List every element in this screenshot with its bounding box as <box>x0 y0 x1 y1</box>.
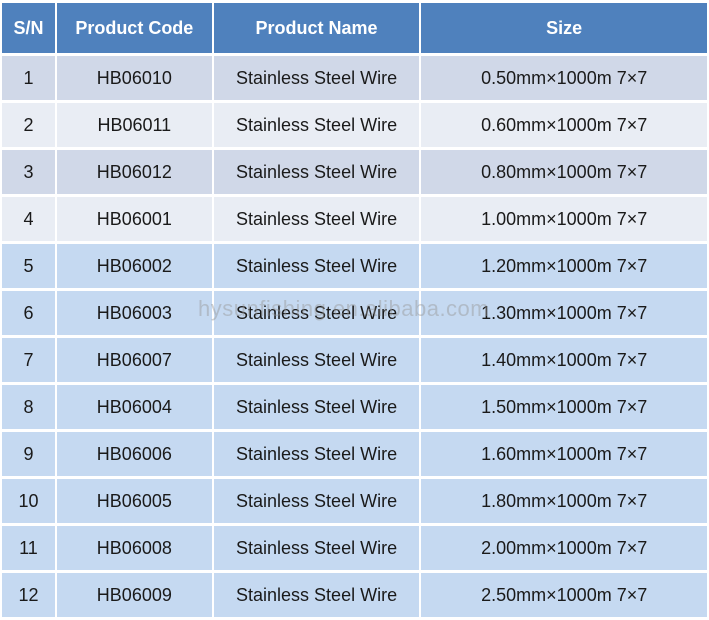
cell-product-code: HB06006 <box>56 432 212 476</box>
cell-sn: 2 <box>2 103 55 147</box>
cell-product-code: HB06001 <box>56 197 212 241</box>
cell-product-name: Stainless Steel Wire <box>213 56 420 100</box>
table-row: 6 HB06003 Stainless Steel Wire 1.30mm×10… <box>2 291 707 335</box>
cell-sn: 12 <box>2 573 55 617</box>
cell-product-name: Stainless Steel Wire <box>213 338 420 382</box>
cell-size: 1.40mm×1000m 7×7 <box>421 338 707 382</box>
cell-size: 0.80mm×1000m 7×7 <box>421 150 707 194</box>
header-product-name: Product Name <box>213 3 420 53</box>
header-product-code: Product Code <box>56 3 212 53</box>
cell-product-name: Stainless Steel Wire <box>213 526 420 570</box>
cell-product-name: Stainless Steel Wire <box>213 573 420 617</box>
cell-product-code: HB06004 <box>56 385 212 429</box>
cell-size: 1.00mm×1000m 7×7 <box>421 197 707 241</box>
header-size: Size <box>421 3 707 53</box>
cell-product-name: Stainless Steel Wire <box>213 103 420 147</box>
cell-product-code: HB06007 <box>56 338 212 382</box>
cell-sn: 5 <box>2 244 55 288</box>
cell-product-code: HB06012 <box>56 150 212 194</box>
cell-size: 2.50mm×1000m 7×7 <box>421 573 707 617</box>
cell-size: 1.30mm×1000m 7×7 <box>421 291 707 335</box>
cell-size: 1.20mm×1000m 7×7 <box>421 244 707 288</box>
cell-product-code: HB06005 <box>56 479 212 523</box>
cell-product-name: Stainless Steel Wire <box>213 385 420 429</box>
cell-size: 1.80mm×1000m 7×7 <box>421 479 707 523</box>
table-row: 2 HB06011 Stainless Steel Wire 0.60mm×10… <box>2 103 707 147</box>
cell-size: 0.60mm×1000m 7×7 <box>421 103 707 147</box>
table-row: 4 HB06001 Stainless Steel Wire 1.00mm×10… <box>2 197 707 241</box>
cell-product-name: Stainless Steel Wire <box>213 291 420 335</box>
cell-sn: 9 <box>2 432 55 476</box>
table-row: 3 HB06012 Stainless Steel Wire 0.80mm×10… <box>2 150 707 194</box>
cell-sn: 3 <box>2 150 55 194</box>
cell-product-code: HB06010 <box>56 56 212 100</box>
cell-product-name: Stainless Steel Wire <box>213 197 420 241</box>
table-row: 5 HB06002 Stainless Steel Wire 1.20mm×10… <box>2 244 707 288</box>
cell-sn: 10 <box>2 479 55 523</box>
cell-sn: 8 <box>2 385 55 429</box>
cell-sn: 1 <box>2 56 55 100</box>
cell-product-code: HB06003 <box>56 291 212 335</box>
cell-product-code: HB06008 <box>56 526 212 570</box>
cell-product-name: Stainless Steel Wire <box>213 432 420 476</box>
cell-sn: 7 <box>2 338 55 382</box>
cell-product-code: HB06011 <box>56 103 212 147</box>
table-row: 10 HB06005 Stainless Steel Wire 1.80mm×1… <box>2 479 707 523</box>
cell-product-code: HB06009 <box>56 573 212 617</box>
cell-product-code: HB06002 <box>56 244 212 288</box>
cell-sn: 4 <box>2 197 55 241</box>
cell-product-name: Stainless Steel Wire <box>213 479 420 523</box>
header-row: S/N Product Code Product Name Size <box>2 3 707 53</box>
cell-sn: 11 <box>2 526 55 570</box>
table-row: 9 HB06006 Stainless Steel Wire 1.60mm×10… <box>2 432 707 476</box>
table-row: 1 HB06010 Stainless Steel Wire 0.50mm×10… <box>2 56 707 100</box>
table-row: 8 HB06004 Stainless Steel Wire 1.50mm×10… <box>2 385 707 429</box>
cell-sn: 6 <box>2 291 55 335</box>
header-sn: S/N <box>2 3 55 53</box>
table-row: 11 HB06008 Stainless Steel Wire 2.00mm×1… <box>2 526 707 570</box>
product-table: S/N Product Code Product Name Size 1 HB0… <box>0 0 709 620</box>
cell-product-name: Stainless Steel Wire <box>213 150 420 194</box>
cell-size: 1.60mm×1000m 7×7 <box>421 432 707 476</box>
cell-size: 1.50mm×1000m 7×7 <box>421 385 707 429</box>
cell-size: 0.50mm×1000m 7×7 <box>421 56 707 100</box>
cell-size: 2.00mm×1000m 7×7 <box>421 526 707 570</box>
cell-product-name: Stainless Steel Wire <box>213 244 420 288</box>
table-row: 7 HB06007 Stainless Steel Wire 1.40mm×10… <box>2 338 707 382</box>
table-row: 12 HB06009 Stainless Steel Wire 2.50mm×1… <box>2 573 707 617</box>
